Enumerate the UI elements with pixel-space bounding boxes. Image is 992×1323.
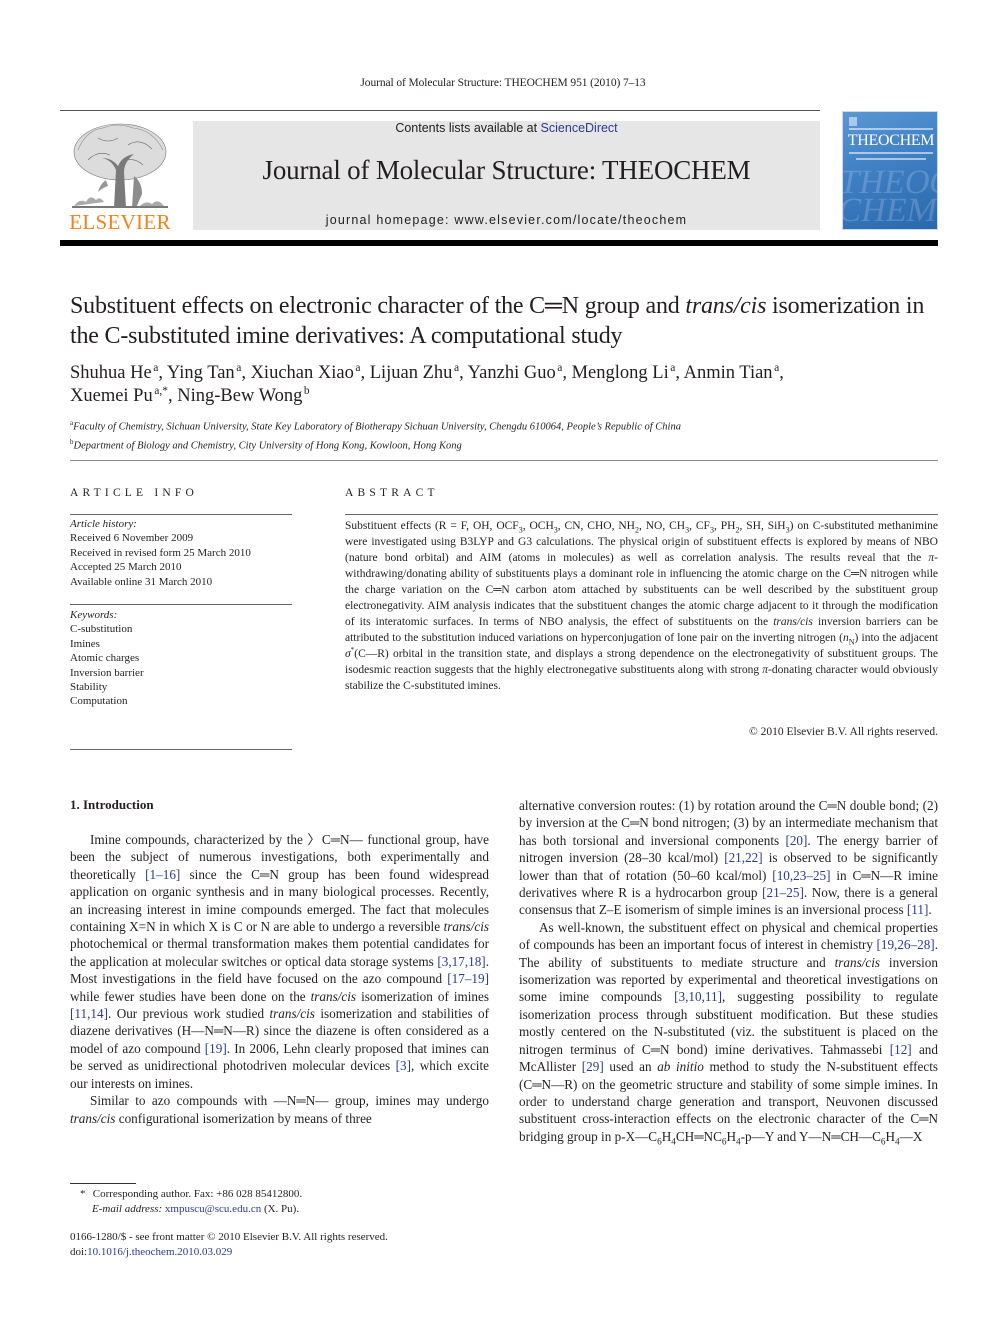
corresponding-text: Corresponding author. Fax: +86 028 85412… [92,1188,303,1200]
citation-link[interactable]: [11,14] [70,1006,108,1021]
citation-link[interactable]: [29] [582,1059,604,1074]
article-title: Substituent effects on electronic charac… [70,291,940,351]
citation-link[interactable]: [1–16] [145,867,180,882]
contents-line: Contents lists available at ScienceDirec… [193,121,820,135]
front-matter-line: 0166-1280/$ - see front matter © 2010 El… [70,1231,388,1243]
citation-link[interactable]: [20] [785,833,807,848]
citation-link[interactable]: [21–25] [762,885,804,900]
citation-link[interactable]: [17–19] [447,971,489,986]
article-info-rule [70,749,292,750]
keyword: Stability [70,681,108,694]
cover-title: THEOCHEM [847,132,935,149]
author[interactable]: Yanzhi Guo a [468,362,563,383]
sciencedirect-link[interactable]: ScienceDirect [541,121,618,135]
author[interactable]: Lijuan Zhu a [370,362,459,383]
citation-link[interactable]: [3,10,11] [674,989,722,1004]
keyword: C-substitution [70,623,133,636]
author-list: Shuhua He a, Ying Tan a, Xiuchan Xiao a,… [70,361,784,406]
homepage-url-link[interactable]: www.elsevier.com/locate/theochem [454,213,687,227]
header-rule [193,110,820,111]
cover-editors-line [856,158,926,160]
title-italic: trans/cis [685,293,767,319]
article-info-rule [70,514,292,515]
history-label: Article history: [70,518,137,530]
affiliations: aFaculty of Chemistry, Sichuan Universit… [70,416,940,454]
history-item: Accepted 25 March 2010 [70,561,182,574]
homepage-prefix: journal homepage: [325,213,455,227]
doi-prefix: doi: [70,1245,88,1258]
author[interactable]: Ning-Bew Wong b [177,385,309,406]
email-suffix: (X. Pu). [261,1202,300,1215]
author[interactable]: Menglong Li a [572,362,676,383]
contents-prefix: Contents lists available at [395,121,541,135]
citation-link[interactable]: [21,22] [724,850,762,865]
history-item: Available online 31 March 2010 [70,575,213,588]
author[interactable]: Anmin Tian a [684,362,780,383]
keywords: Keywords: C-substitution Imines Atomic c… [70,608,292,709]
article-info-rule [70,604,292,605]
abstract-copyright: © 2010 Elsevier B.V. All rights reserved… [749,726,938,738]
keyword: Inversion barrier [70,666,144,679]
elsevier-wordmark: ELSEVIER [69,210,171,234]
journal-title: Journal of Molecular Structure: THEOCHEM [262,155,751,185]
keyword: Computation [70,695,128,708]
journal-homepage-line: journal homepage: www.elsevier.com/locat… [193,213,820,227]
affiliation: bDepartment of Biology and Chemistry, Ci… [70,438,462,452]
abstract-rule [345,514,938,515]
masthead-thick-rule [60,240,938,246]
citation-link[interactable]: [11] [907,902,928,917]
citation-link[interactable]: [19,26–28] [876,937,934,952]
abstract-heading: ABSTRACT [345,487,439,499]
doi-link[interactable]: 10.1016/j.theochem.2010.03.029 [87,1246,232,1258]
running-head: Journal of Molecular Structure: THEOCHEM… [360,77,646,89]
journal-cover-image: THEOCHEM THEOC CHEM [842,111,938,230]
author[interactable]: Xiuchan Xiao a [251,362,361,383]
body-column-right: alternative conversion routes: (1) by ro… [519,798,939,1147]
abstract-body: Substituent effects (R = F, OH, OCF3, OC… [345,520,939,692]
affiliation: aFaculty of Chemistry, Sichuan Universit… [70,419,681,433]
corresponding-author-footnote: * Corresponding author. Fax: +86 028 854… [80,1187,500,1216]
article-history: Article history: Received 6 November 200… [70,517,292,589]
history-item: Received in revised form 25 March 2010 [70,546,251,559]
citation-link[interactable]: [3] [396,1058,411,1073]
section-divider [70,460,938,461]
email-link[interactable]: xmpuscu@scu.edu.cn [165,1203,261,1215]
citation-link[interactable]: [3,17,18] [437,954,485,969]
author[interactable]: Ying Tan a [167,362,241,383]
author[interactable]: Shuhua He a [70,362,158,383]
footnote-marker: * [80,1188,86,1200]
front-matter: 0166-1280/$ - see front matter © 2010 El… [70,1230,500,1259]
header-rule-left [60,110,193,111]
history-item: Received 6 November 2009 [70,532,194,545]
citation-link[interactable]: [10,23–25] [772,868,830,883]
footnote-rule [70,1183,136,1184]
cover-ghost-text: CHEM [842,192,938,229]
cover-overline [849,128,933,130]
body-column-left: Imine compounds, characterized by the 〉C… [70,832,490,1126]
email-label: E-mail address: [92,1202,163,1215]
cover-publisher-icon [849,117,857,126]
citation-link[interactable]: [19] [205,1041,227,1056]
keywords-label: Keywords: [70,609,118,621]
article-info-heading: ARTICLE INFO [70,487,198,499]
author[interactable]: Xuemei Pu a,* [70,385,168,406]
title-text: Substituent effects on electronic charac… [70,293,686,319]
citation-link[interactable]: [12] [890,1042,912,1057]
cover-subtitle-line [849,152,933,154]
keyword: Imines [70,637,100,650]
keyword: Atomic charges [70,652,140,665]
section-heading-introduction: 1. Introduction [70,797,154,812]
